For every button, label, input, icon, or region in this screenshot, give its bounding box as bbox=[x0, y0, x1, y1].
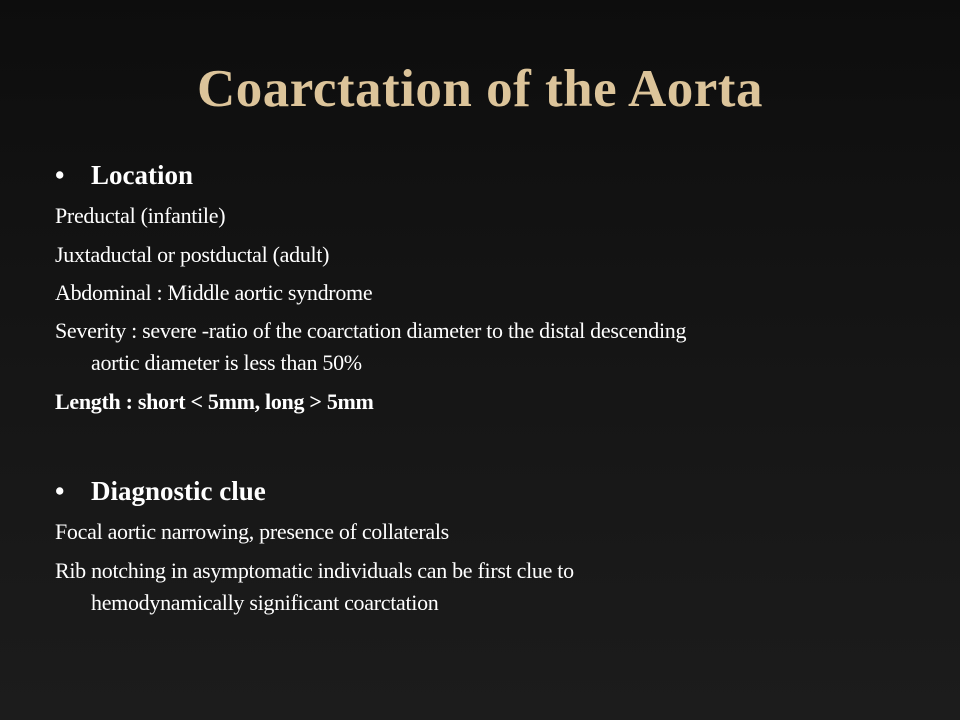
list-item-text: Focal aortic narrowing, presence of coll… bbox=[55, 519, 449, 544]
list-item-text: Abdominal : Middle aortic syndrome bbox=[55, 280, 373, 305]
section-heading-label: Location bbox=[91, 160, 194, 190]
list-item: Rib notching in asymptomatic individuals… bbox=[55, 555, 915, 619]
list-item: Abdominal : Middle aortic syndrome bbox=[55, 277, 915, 309]
slide-title: Coarctation of the Aorta bbox=[197, 60, 763, 118]
list-item-continuation: hemodynamically significant coarctation bbox=[91, 590, 439, 615]
section-heading-label: Diagnostic clue bbox=[91, 476, 266, 506]
list-item: Severity : severe -ratio of the coarctat… bbox=[55, 315, 915, 379]
bullet-icon: • bbox=[55, 476, 65, 506]
list-item: Length : short < 5mm, long > 5mm bbox=[55, 386, 915, 418]
section-heading-location: • Location bbox=[55, 158, 193, 192]
list-item: Focal aortic narrowing, presence of coll… bbox=[55, 516, 915, 548]
list-item-text: Length : short < 5mm, long > 5mm bbox=[55, 389, 374, 414]
list-item-text: Severity : severe -ratio of the coarctat… bbox=[55, 318, 687, 343]
list-item: Preductal (infantile) bbox=[55, 200, 915, 232]
list-item-text: Juxtaductal or postductal (adult) bbox=[55, 242, 330, 267]
list-item-continuation: aortic diameter is less than 50% bbox=[91, 350, 362, 375]
section-heading-diagnostic-clue: • Diagnostic clue bbox=[55, 474, 266, 508]
list-item-text: Preductal (infantile) bbox=[55, 203, 226, 228]
list-item-text: Rib notching in asymptomatic individuals… bbox=[55, 558, 574, 583]
bullet-icon: • bbox=[55, 160, 65, 190]
list-item: Juxtaductal or postductal (adult) bbox=[55, 239, 915, 271]
